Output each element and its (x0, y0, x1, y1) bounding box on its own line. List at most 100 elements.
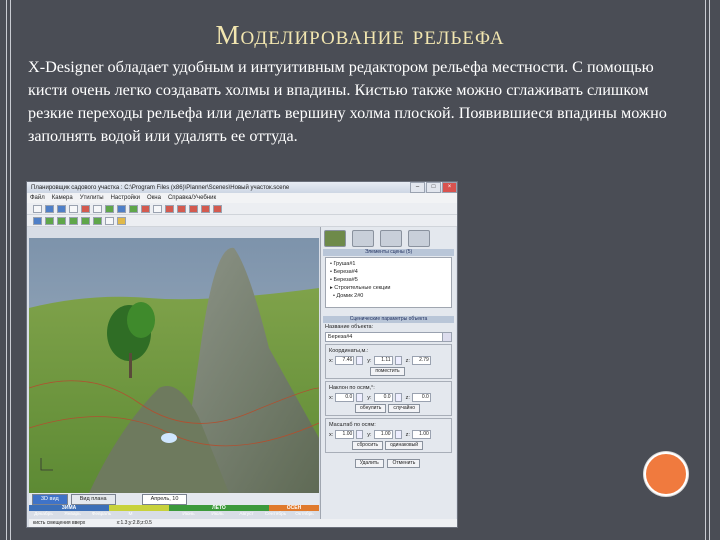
tab-terrain-icon[interactable] (380, 229, 402, 247)
spin-icon[interactable] (356, 430, 364, 439)
delete-button[interactable]: Удалить (354, 459, 384, 468)
decorative-circle (644, 452, 688, 496)
toolbar-row-2 (27, 215, 457, 227)
tilt-z-field[interactable]: 0.0 (411, 393, 431, 402)
month-label[interactable]: Август (232, 512, 261, 519)
open-icon[interactable] (45, 204, 54, 213)
close-button[interactable]: × (442, 182, 457, 193)
tree-item[interactable]: • Береза#5 (330, 276, 447, 284)
scale-group: Масштаб по осям: x: 1.00 y: 1.00 z: 1.00 сб… (325, 418, 452, 453)
month-label[interactable]: М (116, 512, 145, 519)
path-icon[interactable] (57, 216, 66, 225)
right-panel: Элементы сцены (5) • Груша#1 • Береза#4 … (320, 227, 456, 525)
month-label[interactable]: Июль (203, 512, 232, 519)
month-label[interactable] (145, 512, 174, 519)
menu-help[interactable]: Справка/Учебник (168, 195, 216, 201)
water-pond (161, 433, 177, 443)
season-autumn[interactable]: ОСЕН (269, 505, 319, 511)
rotate-icon[interactable] (153, 204, 162, 213)
object-name-select[interactable]: Береза#4 (325, 332, 452, 342)
reset-scale-button[interactable]: сбросить (351, 441, 384, 450)
month-label[interactable]: Январь (58, 512, 87, 519)
undo-icon[interactable] (93, 204, 102, 213)
brush-water-icon[interactable] (213, 204, 222, 213)
month-label[interactable]: Сентябрь (261, 512, 290, 519)
plant-icon[interactable] (129, 204, 138, 213)
spin-icon[interactable] (356, 356, 364, 365)
scale-y-field[interactable]: 1.00 (373, 430, 393, 439)
tilt-group: Наклон по осям,°: x: 0.0 y: 0.0 z: 0.0 обну… (325, 381, 452, 416)
save-icon[interactable] (57, 204, 66, 213)
month-label[interactable]: Октябрь (290, 512, 319, 519)
tab-scene-icon[interactable] (324, 229, 346, 247)
season-summer[interactable]: ЛЕТО (169, 505, 269, 511)
spin-icon[interactable] (394, 393, 402, 402)
menu-camera[interactable]: Камера (52, 195, 73, 201)
cancel-button[interactable]: Отменить (387, 459, 421, 468)
bush-icon[interactable] (93, 216, 102, 225)
flower-icon[interactable] (81, 216, 90, 225)
coord-x-field[interactable]: 7.46 (335, 356, 355, 365)
menu-file[interactable]: Файл (30, 195, 45, 201)
minimize-button[interactable]: – (410, 182, 425, 193)
status-bar: кисть смещения вверх x:1.3;y:2.8;z:0.5 (29, 519, 457, 527)
spin-icon[interactable] (394, 430, 402, 439)
tab-tools-icon[interactable] (352, 229, 374, 247)
random-tilt-button[interactable]: случайно (388, 404, 421, 413)
uniform-scale-button[interactable]: одинаковый (385, 441, 424, 450)
plan-view-button[interactable]: Вид плана (70, 493, 116, 505)
tree-item[interactable]: • Груша#1 (330, 260, 447, 268)
coords-label: Координаты,м.: (329, 348, 369, 354)
water-icon[interactable] (117, 204, 126, 213)
brush-lower-icon[interactable] (177, 204, 186, 213)
fence-icon[interactable] (69, 216, 78, 225)
tree-item[interactable]: ▸ Строительные секции (330, 284, 447, 292)
frame-line-right (705, 0, 706, 540)
coord-z-field[interactable]: 2.79 (411, 356, 431, 365)
month-label[interactable]: Февраль (87, 512, 116, 519)
reset-tilt-button[interactable]: обнулить (354, 404, 387, 413)
toolbar-row-1 (27, 203, 457, 215)
move-icon[interactable] (141, 204, 150, 213)
tree-item[interactable]: • Береза#4 (330, 268, 447, 276)
view-icon[interactable] (33, 216, 42, 225)
maximize-button[interactable]: □ (426, 182, 441, 193)
brush-flatten-icon[interactable] (201, 204, 210, 213)
print-icon[interactable] (69, 204, 78, 213)
light-icon[interactable] (117, 216, 126, 225)
tree-item[interactable]: • Домик 2#0 (330, 292, 447, 300)
month-label[interactable]: Июнь (174, 512, 203, 519)
3d-viewport[interactable] (29, 238, 319, 493)
delete-icon[interactable] (81, 204, 90, 213)
tab-objects-icon[interactable] (408, 229, 430, 247)
date-field[interactable]: Апрель, 10 (141, 493, 188, 505)
brush-raise-icon[interactable] (165, 204, 174, 213)
spin-icon[interactable] (356, 393, 364, 402)
month-label[interactable]: Декабрь (29, 512, 58, 519)
coord-y-field[interactable]: 1.11 (373, 356, 393, 365)
measure-icon[interactable] (105, 216, 114, 225)
chevron-down-icon[interactable] (442, 333, 451, 341)
terrain-icon[interactable] (105, 204, 114, 213)
menu-settings[interactable]: Настройки (111, 195, 140, 201)
scene-elements-header: Элементы сцены (5) (323, 249, 454, 256)
menu-utilities[interactable]: Утилиты (80, 195, 104, 201)
season-winter[interactable]: ЗИМА (29, 505, 109, 511)
scale-x-field[interactable]: 1.00 (335, 430, 355, 439)
status-text: кисть смещения вверх (33, 520, 86, 526)
menu-windows[interactable]: Окна (147, 195, 161, 201)
select-tool-icon[interactable] (33, 204, 42, 213)
slide-title: Моделирование рельефа (215, 20, 505, 50)
tilt-y-field[interactable]: 0.0 (373, 393, 393, 402)
grass-icon[interactable] (45, 216, 54, 225)
frame-line-right-inner (709, 0, 710, 540)
season-spring[interactable] (109, 505, 169, 511)
brush-smooth-icon[interactable] (189, 204, 198, 213)
scale-z-field[interactable]: 1.00 (411, 430, 431, 439)
window-title-bar: Планировщик садового участка : C:\Progra… (27, 182, 457, 193)
tilt-x-field[interactable]: 0.0 (335, 393, 355, 402)
spin-icon[interactable] (394, 356, 402, 365)
3d-view-button[interactable]: 3D вид (32, 493, 68, 505)
view-toolbar: 3D вид Вид плана Апрель, 10 (29, 493, 319, 505)
place-button[interactable]: поместить (370, 367, 405, 376)
